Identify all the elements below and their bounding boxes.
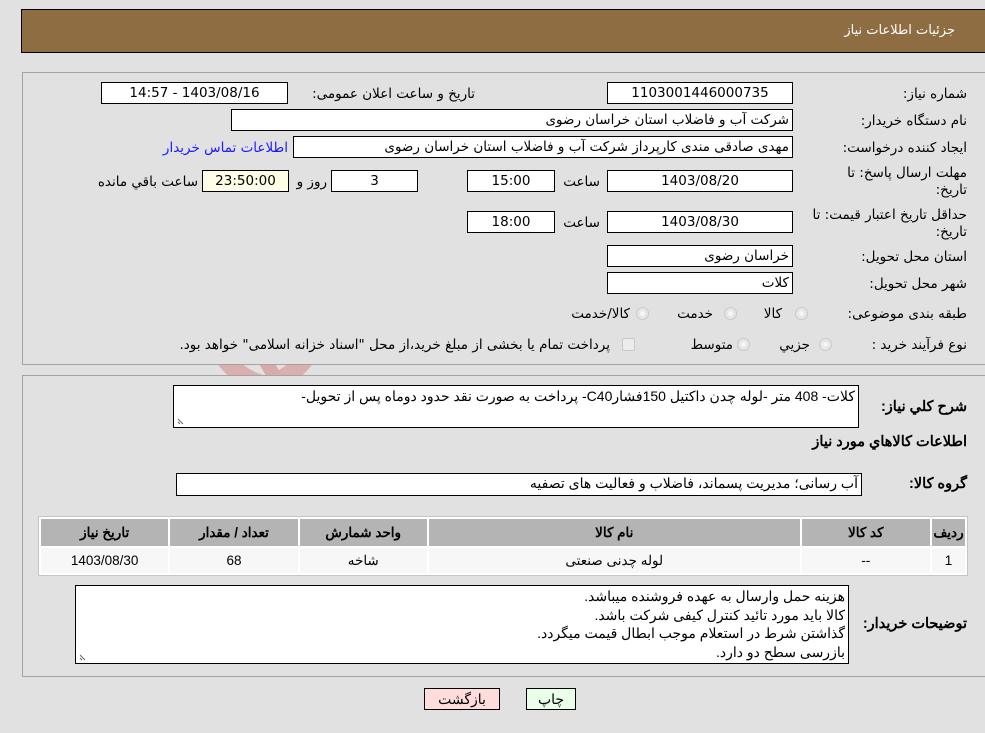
category-option-service: خدمت [677,306,713,322]
treasury-note: پرداخت تمام یا بخشی از مبلغ خرید،از محل … [179,337,610,353]
announce-datetime-field[interactable]: 1403/08/16 - 14:57 [101,82,288,104]
buyer-org-field[interactable]: شرکت آب و فاضلاب استان خراسان رضوی [231,109,793,131]
summary-text: کلات- 408 متر -لوله چدن داکتیل 150فشارC4… [301,388,855,404]
cell-item-code: -- [801,548,930,573]
price-validity-label: حداقل تاریخ اعتبار قیمت: تا [812,207,967,223]
delivery-city-label: شهر محل تحویل: [869,276,967,292]
purchase-radio-medium[interactable] [737,338,750,351]
col-quantity: تعداد / مقدار [170,519,298,546]
purchase-option-medium: متوسط [690,337,733,353]
reply-time-label: ساعت [563,174,600,190]
buyer-note-line: گذاشتن شرط در استعلام موجب ابطال قیمت می… [537,625,845,641]
back-button[interactable]: بازگشت [424,688,500,710]
reply-deadline-label: مهلت ارسال پاسخ: تا [847,165,967,181]
category-radio-service[interactable] [724,307,737,320]
goods-group-label: گروه کالا: [909,476,967,492]
buyer-notes-textarea[interactable]: هزینه حمل وارسال به عهده فروشنده میباشد.… [75,585,849,664]
remaining-label: ساعت باقي مانده [97,174,198,190]
category-radio-both[interactable] [636,307,649,320]
cell-need-date: 1403/08/30 [41,548,169,573]
category-radio-goods[interactable] [795,307,808,320]
price-validity-time[interactable]: 18:00 [467,211,555,233]
goods-group-field: آب رسانی؛ مدیریت پسماند، فاضلاب و فعالیت… [176,473,862,496]
reply-deadline-time[interactable]: 15:00 [467,170,555,192]
resize-grip-icon[interactable] [177,416,186,425]
cell-quantity: 68 [170,548,298,573]
summary-textarea[interactable]: کلات- 408 متر -لوله چدن داکتیل 150فشارC4… [173,385,859,428]
col-item-code: کد کالا [801,519,930,546]
days-label: روز و [296,174,327,190]
announce-datetime-label: تاریخ و ساعت اعلان عمومی: [312,86,475,102]
buyer-org-label: نام دستگاه خریدار: [860,113,967,129]
cell-unit: شاخه [299,548,427,573]
cell-row-number: 1 [931,548,965,573]
buyer-note-line: بازرسی سطح دو دارد. [715,643,845,660]
summary-label: شرح کلي نیاز: [880,399,967,415]
page-title: جزئیات اطلاعات نیاز [844,23,955,38]
category-option-goods: کالا [763,306,782,322]
price-validity-label-2: تاریخ: [935,224,967,240]
delivery-province-field[interactable]: خراسان رضوی [607,245,793,267]
buyer-note-line: کالا باید مورد تائید کنترل کیفی شرکت باش… [594,606,845,623]
requester-label: ایجاد کننده درخواست: [842,140,967,156]
price-time-label: ساعت [563,215,600,231]
purchase-option-minor: جزيي [779,337,810,353]
requester-field[interactable]: مهدی صادقی مندی کارپرداز شرکت آب و فاضلا… [293,136,793,158]
col-item-name: نام کالا [428,519,800,546]
category-option-both: کالا/خدمت [571,306,630,322]
col-row-number: ردیف [931,519,965,546]
treasury-checkbox[interactable] [622,338,635,351]
purchase-type-label: نوع فرآیند خرید : [871,337,967,353]
reply-deadline-label-2: تاریخ: [935,182,967,198]
buyer-note-line: هزینه حمل وارسال به عهده فروشنده میباشد. [584,588,845,604]
print-button[interactable]: چاپ [526,688,576,710]
remaining-time: 23:50:00 [202,170,289,192]
items-table: ردیف کد کالا نام کالا واحد شمارش تعداد /… [38,516,968,576]
delivery-city-field[interactable]: کلات [607,272,793,294]
table-header-row: ردیف کد کالا نام کالا واحد شمارش تعداد /… [41,519,965,546]
buyer-contact-link[interactable]: اطلاعات تماس خریدار [163,140,288,156]
goods-section-title: اطلاعات کالاهاي مورد نیاز [812,434,967,450]
need-number-field[interactable]: 1103001446000735 [607,82,793,104]
need-number-label: شماره نیاز: [902,86,967,102]
resize-grip-icon[interactable] [79,652,88,661]
delivery-province-label: استان محل تحویل: [861,249,967,265]
price-validity-date[interactable]: 1403/08/30 [607,211,793,233]
reply-deadline-date[interactable]: 1403/08/20 [607,170,793,192]
page-header: جزئیات اطلاعات نیاز [21,9,985,53]
cell-item-name: لوله چدنی صنعتی [428,548,800,573]
goods-group-value: آب رسانی؛ مدیریت پسماند، فاضلاب و فعالیت… [529,475,858,491]
buyer-notes-label: توضیحات خریدار: [862,616,967,632]
remaining-days: 3 [331,170,418,192]
category-label: طبقه بندی موضوعی: [847,306,967,322]
col-need-date: تاریخ نیاز [41,519,169,546]
purchase-radio-minor[interactable] [819,338,832,351]
col-unit: واحد شمارش [299,519,427,546]
table-row: 1 -- لوله چدنی صنعتی شاخه 68 1403/08/30 [41,548,965,573]
